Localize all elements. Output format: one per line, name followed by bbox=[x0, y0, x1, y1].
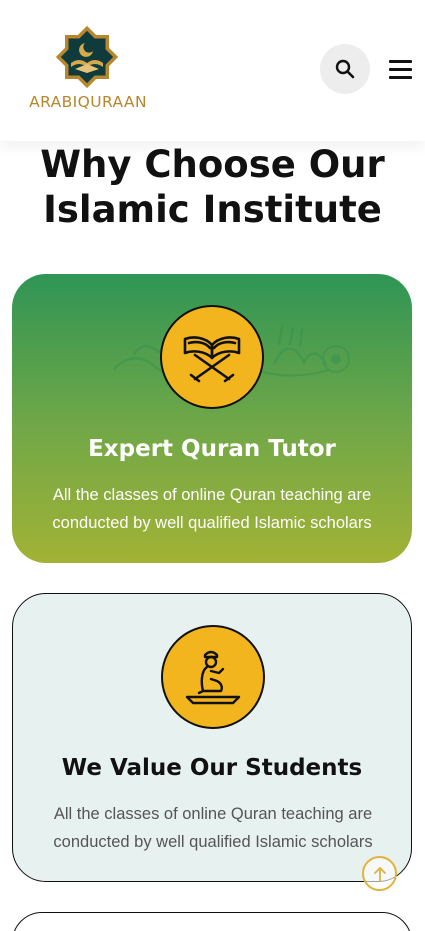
site-logo[interactable]: ARABIQURAAN bbox=[22, 24, 154, 116]
praying-person-icon bbox=[185, 650, 241, 705]
card-icon-circle bbox=[161, 625, 265, 729]
card-description-line1: All the classes of online Quran teaching… bbox=[52, 486, 372, 504]
card-title: We Value Our Students bbox=[61, 755, 363, 781]
feature-card-expert-tutor: Expert Quran Tutor All the classes of on… bbox=[12, 274, 412, 563]
crescent-star-logo-icon bbox=[55, 25, 119, 89]
card-icon-circle bbox=[160, 305, 264, 409]
site-header: ARABIQURAAN bbox=[0, 0, 425, 141]
feature-card-value-students: We Value Our Students All the classes of… bbox=[12, 593, 412, 882]
card-description-line2: conducted by well qualified Islamic scho… bbox=[52, 514, 372, 532]
search-icon bbox=[335, 59, 355, 79]
section-title-line2: Islamic Institute bbox=[43, 188, 382, 231]
hamburger-menu-icon[interactable] bbox=[389, 58, 413, 80]
scroll-to-top-button[interactable] bbox=[362, 856, 397, 891]
card-description: All the classes of online Quran teaching… bbox=[26, 481, 398, 537]
arrow-up-icon bbox=[373, 866, 386, 882]
feature-card-partial bbox=[12, 912, 412, 931]
card-description-line2: conducted by well qualified Islamic scho… bbox=[53, 833, 373, 851]
search-button[interactable] bbox=[320, 44, 370, 94]
section-title-line1: Why Choose Our bbox=[40, 143, 385, 186]
card-description-line1: All the classes of online Quran teaching… bbox=[53, 805, 373, 823]
card-title: Expert Quran Tutor bbox=[88, 436, 336, 462]
open-quran-icon bbox=[183, 336, 241, 383]
card-description: All the classes of online Quran teaching… bbox=[27, 800, 399, 856]
brand-name: ARABIQURAAN bbox=[29, 93, 147, 111]
section-title: Why Choose Our Islamic Institute bbox=[0, 142, 425, 232]
